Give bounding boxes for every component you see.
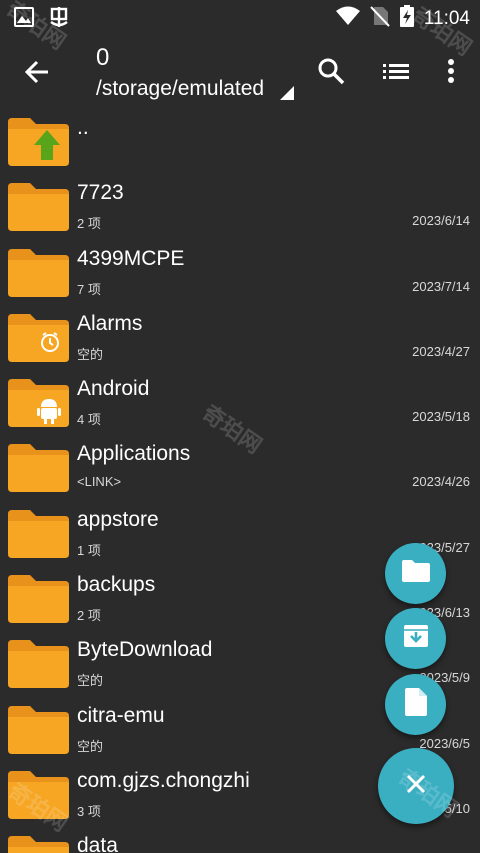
file-name: citra-emu [77,703,165,727]
file-name: Applications [77,442,191,466]
file-date: 2023/7/14 [412,278,470,294]
file-name: ByteDownload [77,638,213,662]
file-name: com.gjzs.chongzhi [77,768,250,792]
selected-count: 0 [96,44,110,71]
archive-icon [403,623,429,654]
folder-icon [8,181,69,232]
path-dropdown[interactable]: /storage/emulated [96,77,264,101]
list-item[interactable]: 7723 2 项 2023/6/14 [0,173,480,238]
new-file-button[interactable] [385,674,446,735]
file-info: 4 项 [77,412,101,428]
file-date: 2023/4/27 [412,343,470,359]
dropdown-triangle-icon[interactable] [280,86,294,100]
file-info: 2 项 [77,608,101,624]
file-name: backups [77,573,156,597]
file-info: 1 项 [77,542,101,558]
folder-icon [8,573,69,624]
file-name: .. [77,116,89,139]
new-folder-icon [401,559,430,588]
no-sim-icon [370,5,390,32]
folder-icon [8,704,69,754]
folder-icon [8,834,69,853]
file-date: 2023/6/14 [412,213,470,229]
folder-icon [8,247,69,297]
wifi-icon [335,6,360,31]
list-item[interactable]: Alarms 空的 2023/4/27 [0,304,480,369]
folder-icon [8,116,69,166]
file-date: 2023/6/5 [419,735,470,751]
file-info: 空的 [77,346,104,362]
file-name: appstore [77,507,159,531]
file-name: Alarms [77,311,143,335]
file-info: 3 项 [77,803,101,819]
file-info: 7 项 [77,281,101,297]
file-info: 空的 [77,673,104,689]
file-info: 空的 [77,738,104,754]
archive-button[interactable] [385,608,446,669]
folder-icon [8,638,69,689]
search-icon[interactable] [314,54,348,88]
toolbar: 0 /storage/emulated [0,34,480,108]
list-view-icon[interactable] [380,54,414,88]
file-name: Android [77,377,150,401]
file-date: 2023/5/18 [412,409,470,425]
list-item[interactable]: data [0,826,480,853]
file-date: 2023/4/26 [412,474,470,490]
file-name: data [77,834,118,853]
folder-icon [8,377,69,428]
parent-directory-item[interactable]: .. [0,108,480,173]
file-name: 4399MCPE [77,246,185,270]
list-item[interactable]: 4399MCPE 7 项 2023/7/14 [0,239,480,304]
back-arrow-icon[interactable] [20,54,56,90]
folder-icon [8,312,69,362]
file-list: .. 7723 2 项 2023/6/14 4399MCPE 7 项 2023/… [0,108,480,853]
file-info: 2 项 [77,216,101,232]
more-vert-icon[interactable] [436,54,470,88]
folder-icon [8,442,69,493]
new-folder-button[interactable] [385,543,446,604]
file-name: 7723 [77,181,124,205]
folder-icon [8,508,69,558]
file-info: <LINK> [77,474,122,490]
new-file-icon [404,688,427,721]
